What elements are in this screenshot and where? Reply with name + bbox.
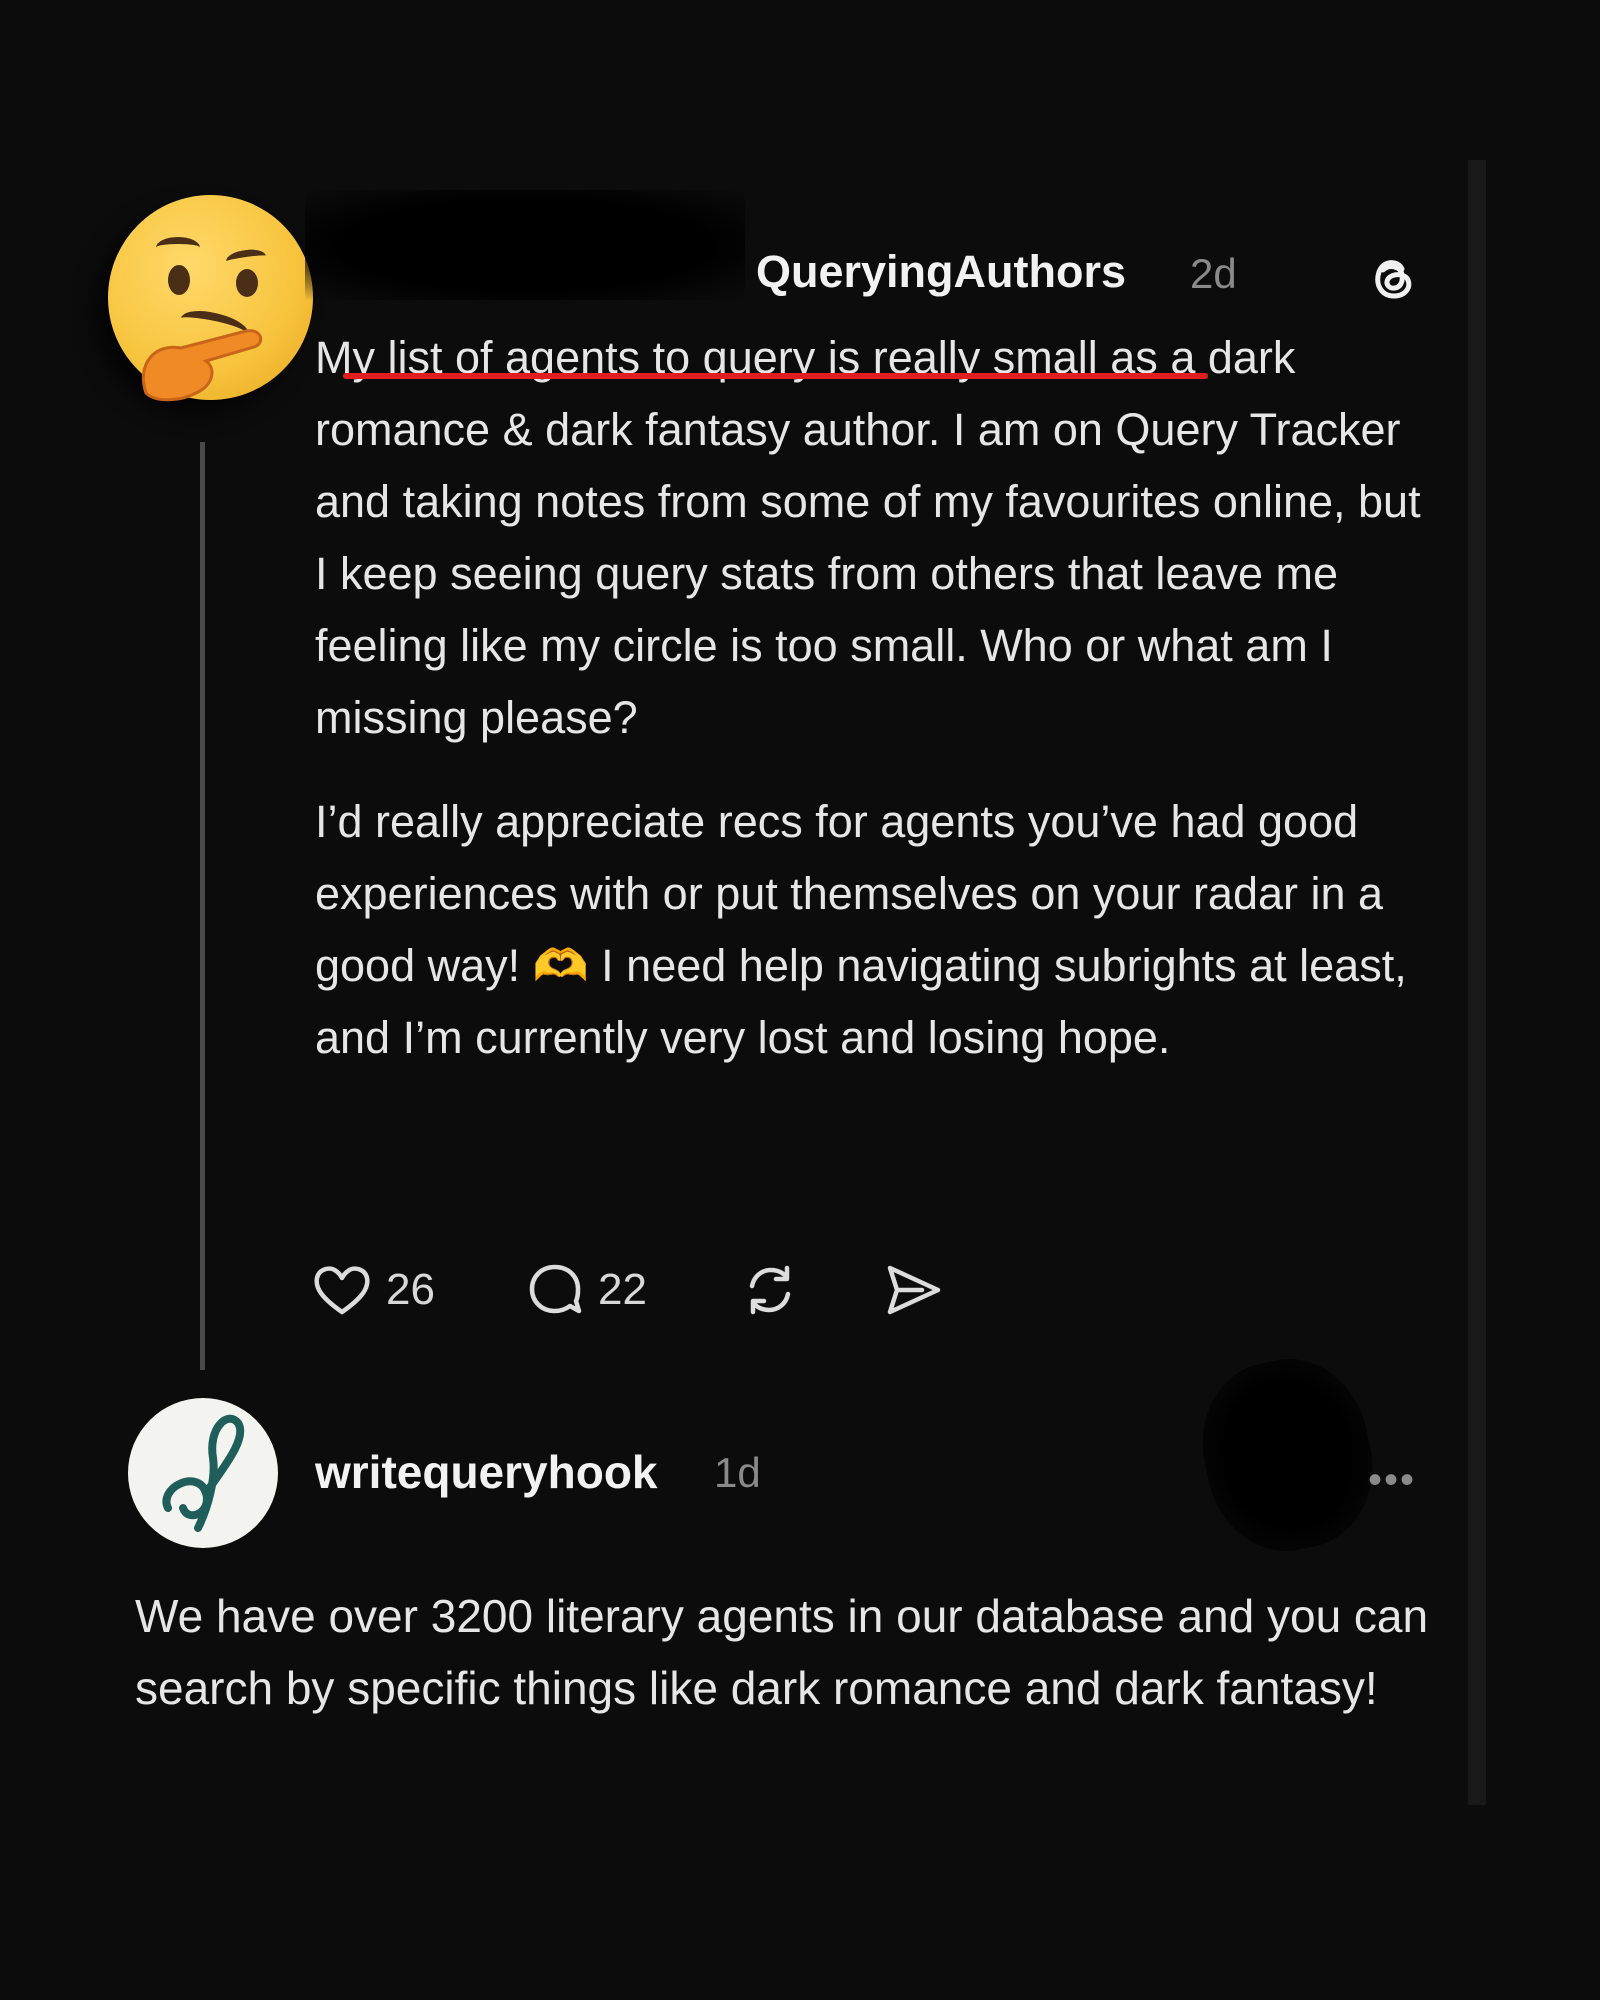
reply-username[interactable]: writequeryhook <box>315 1445 658 1499</box>
reply-body: We have over 3200 literary agents in our… <box>135 1590 1429 1714</box>
heart-hands-emoji-icon: 🫶 <box>532 940 589 991</box>
comment-icon <box>529 1264 582 1314</box>
comment-count: 22 <box>598 1265 647 1314</box>
post-paragraph-1-rest: as a dark romance & dark fantasy author.… <box>315 332 1421 743</box>
script-s-logo-icon <box>162 1414 245 1532</box>
repost-button[interactable] <box>740 1255 800 1325</box>
redaction-scribble <box>305 190 745 300</box>
post-username[interactable]: QueryingAuthors <box>756 246 1126 298</box>
like-button[interactable]: 26 <box>312 1255 435 1325</box>
post-paragraph-1: My list of agents to query is really sma… <box>315 322 1445 754</box>
more-icon[interactable]: ••• <box>1368 1458 1416 1503</box>
repost-icon <box>749 1265 791 1315</box>
post-timestamp: 2d <box>1190 250 1237 297</box>
like-count: 26 <box>386 1265 435 1314</box>
reply-timestamp: 1d <box>714 1449 761 1496</box>
heart-icon <box>314 1266 370 1315</box>
share-button[interactable] <box>882 1255 944 1325</box>
post-paragraph-2: I’d really appreciate recs for agents yo… <box>315 786 1445 1074</box>
threads-logo-icon[interactable] <box>1365 248 1421 304</box>
comment-button[interactable]: 22 <box>526 1255 647 1325</box>
thinking-face-emoji-icon <box>108 195 313 402</box>
red-underline-annotation <box>343 373 1208 379</box>
scrollbar[interactable] <box>1468 160 1486 1805</box>
post-body: My list of agents to query is really sma… <box>315 322 1445 1074</box>
reply-avatar[interactable] <box>128 1398 278 1548</box>
thread-connector-line <box>200 442 205 1370</box>
share-icon <box>887 1265 941 1315</box>
